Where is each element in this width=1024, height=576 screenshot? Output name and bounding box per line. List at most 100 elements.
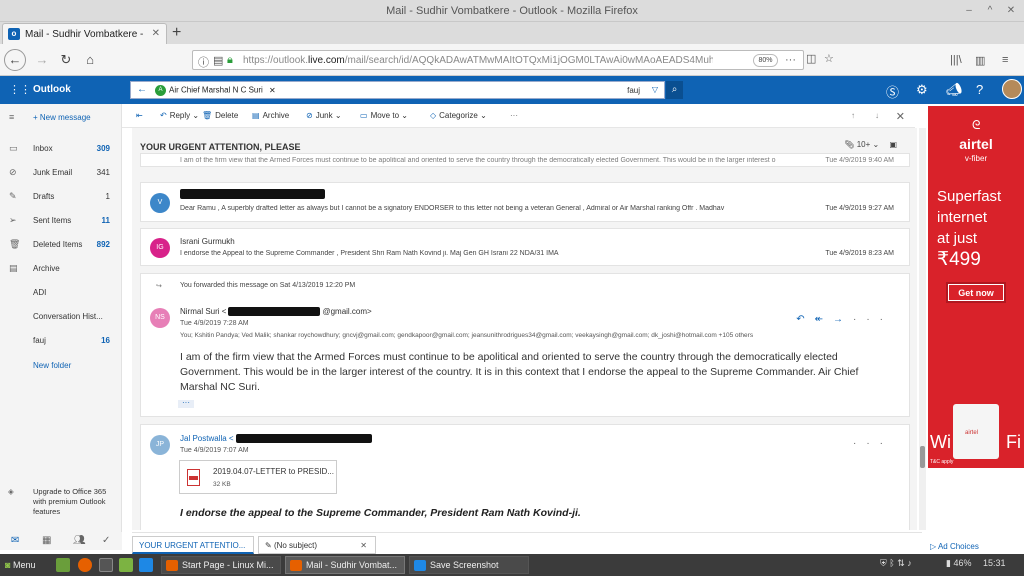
compose-tab-draft[interactable]: ✎ (No subject) ✕: [258, 536, 376, 554]
people-icon[interactable]: 👥︎: [73, 535, 86, 546]
terminal-icon[interactable]: [99, 558, 113, 572]
reply-button[interactable]: ↶ Reply ⌄: [160, 111, 199, 120]
filter-icon[interactable]: ▽: [652, 85, 658, 94]
hamburger-menu-icon[interactable]: ≡: [1002, 54, 1008, 66]
pocket-icon[interactable]: ◫: [806, 52, 816, 65]
message-collapsed[interactable]: IG Israni Gurmukh I endorse the Appeal t…: [140, 228, 910, 266]
sidebar-item-sent[interactable]: ➢ Sent Items 11: [0, 213, 122, 231]
calendar-icon[interactable]: ▦: [42, 535, 51, 546]
ad-banner[interactable]: ᘓ airtel v-fiber Superfast internet at jus…: [928, 106, 1024, 468]
more-icon[interactable]: ···: [853, 438, 893, 449]
ad-choices-link[interactable]: ▷ Ad Choices: [930, 542, 979, 551]
search-box[interactable]: ← A Air Chief Marshal N C Suri ✕ fauj ▽: [130, 81, 665, 99]
archive-button[interactable]: ▤ Archive: [252, 111, 289, 120]
new-message-button[interactable]: New message: [40, 113, 91, 122]
message-collapsed[interactable]: I am of the firm view that the Armed For…: [140, 153, 910, 167]
avatar[interactable]: [1002, 79, 1022, 99]
search-icon[interactable]: ⌕: [666, 81, 683, 99]
skype-icon[interactable]: Ⓢ: [886, 82, 899, 101]
show-desktop-icon[interactable]: [56, 558, 70, 572]
page-actions-icon[interactable]: ···: [785, 54, 796, 66]
reload-icon[interactable]: ↻: [56, 50, 76, 70]
files-icon[interactable]: [119, 558, 133, 572]
sidebar-item-drafts[interactable]: ✎ Drafts 1: [0, 189, 122, 207]
taskbar-window-outlook[interactable]: Mail - Sudhir Vombat...: [285, 556, 405, 574]
new-folder-link[interactable]: New folder: [33, 361, 71, 370]
more-actions-icon[interactable]: ···: [510, 111, 518, 120]
bookmark-star-icon[interactable]: ☆: [824, 52, 834, 65]
sidebar-item-inbox[interactable]: ▭ Inbox 309: [0, 141, 122, 159]
tab-close-icon[interactable]: ✕: [152, 28, 160, 39]
reading-scrollbar[interactable]: [919, 128, 926, 530]
close-window-icon[interactable]: ✕: [1004, 4, 1018, 18]
chip-avatar: A: [155, 85, 166, 96]
permissions-icon[interactable]: ▤: [213, 54, 223, 67]
firefox-icon[interactable]: [78, 558, 92, 572]
print-icon[interactable]: ▣: [889, 140, 897, 149]
ad-cta-button[interactable]: Get now: [948, 284, 1004, 301]
more-icon[interactable]: ···: [853, 314, 893, 325]
library-icon[interactable]: |||\: [950, 54, 962, 66]
sidebar-item-conversation-history[interactable]: Conversation Hist...: [0, 309, 122, 327]
collapse-icon[interactable]: ⇤: [136, 111, 146, 120]
app-launcher-icon[interactable]: ⋮⋮: [9, 83, 31, 96]
inbox-icon: ▭: [9, 143, 18, 153]
move-to-button[interactable]: ▭ Move to ⌄: [360, 111, 408, 120]
url-bar[interactable]: ⓘ ▤ 🔒︎ https://outlook.live.com/mail/sea…: [192, 50, 804, 70]
firefox-icon: [290, 560, 302, 571]
tray-icons[interactable]: ⛨ ᛒ ⇅ ♪: [880, 558, 912, 569]
upgrade-promo[interactable]: ◈ Upgrade to Office 365 with premium Out…: [8, 487, 118, 517]
compose-tab-reply[interactable]: YOUR URGENT ATTENTIO...: [132, 536, 254, 554]
sidebar-toggle-icon[interactable]: ▥: [975, 54, 985, 67]
next-icon[interactable]: ↓: [875, 111, 879, 120]
previous-icon[interactable]: ↑: [851, 111, 855, 120]
attachment-card[interactable]: 2019.04.07-LETTER to PRESID... 32 KB: [179, 460, 337, 494]
search-person-chip[interactable]: A Air Chief Marshal N C Suri ✕: [155, 85, 276, 96]
junk-button[interactable]: ⊘ Junk ⌄: [306, 111, 342, 120]
back-icon[interactable]: ←: [4, 49, 26, 71]
start-menu-button[interactable]: ◙ Menu: [5, 557, 35, 573]
sidebar-item-deleted[interactable]: 🗑︎ Deleted Items 892: [0, 237, 122, 255]
megaphone-icon[interactable]: 📣︎: [946, 82, 963, 98]
battery-indicator[interactable]: ▮ 46%: [946, 558, 971, 569]
recipients-list[interactable]: You; Kshitin Pandya; Ved Malik; shankar …: [180, 332, 753, 339]
home-icon[interactable]: ⌂: [80, 50, 100, 70]
sidebar-item-junk[interactable]: ⊘ Junk Email 341: [0, 165, 122, 183]
chip-remove-icon[interactable]: ✕: [269, 86, 276, 95]
zoom-indicator[interactable]: 80%: [753, 54, 778, 67]
hamburger-icon[interactable]: ≡: [9, 112, 14, 122]
screenshot-app-icon[interactable]: [139, 558, 153, 572]
browser-tab[interactable]: o Mail - Sudhir Vombatkere - O ✕: [2, 23, 167, 44]
help-icon[interactable]: ?: [976, 82, 983, 97]
maximize-icon[interactable]: ^: [983, 4, 997, 18]
delete-button[interactable]: 🗑︎ Delete: [202, 111, 238, 120]
new-message-row[interactable]: ≡ + New message: [0, 110, 122, 128]
tasks-icon[interactable]: ✓: [102, 535, 110, 546]
show-more-icon[interactable]: ···: [178, 399, 194, 408]
taskbar-window-start-page[interactable]: Start Page - Linux Mi...: [161, 556, 281, 574]
module-switcher: ✉ ▦ 👥︎ ✓: [0, 532, 122, 550]
new-tab-icon[interactable]: +: [172, 24, 181, 42]
message-collapsed[interactable]: V Dear Ramu , A superbly drafted letter …: [140, 182, 910, 222]
sidebar-item-fauj[interactable]: fauj 16: [0, 333, 122, 351]
close-reading-icon[interactable]: ✕: [896, 110, 905, 123]
categorize-button[interactable]: ◇ Categorize ⌄: [430, 111, 487, 120]
sidebar-item-adi[interactable]: ADI: [0, 285, 122, 303]
mail-icon[interactable]: ✉: [11, 535, 19, 546]
scrollbar-thumb[interactable]: [920, 446, 925, 468]
minimize-icon[interactable]: –: [962, 4, 976, 18]
info-icon[interactable]: ⓘ: [198, 54, 209, 70]
forward-icon[interactable]: →: [32, 50, 52, 70]
forward-icon[interactable]: →: [833, 314, 853, 325]
avatar: NS: [150, 308, 170, 328]
outlook-brand[interactable]: Outlook: [33, 84, 71, 95]
gear-icon[interactable]: ⚙: [916, 82, 928, 98]
reply-icon[interactable]: ↶: [796, 314, 814, 325]
sidebar-item-archive[interactable]: ▤ Archive: [0, 261, 122, 279]
taskbar-window-screenshot[interactable]: Save Screenshot: [409, 556, 529, 574]
search-back-icon[interactable]: ←: [137, 84, 147, 95]
clock[interactable]: 15:31: [983, 558, 1006, 568]
reply-all-icon[interactable]: ↞: [815, 314, 833, 325]
close-tab-icon[interactable]: ✕: [360, 537, 367, 554]
compose-tabs: YOUR URGENT ATTENTIO... ✎ (No subject) ✕: [132, 532, 922, 554]
